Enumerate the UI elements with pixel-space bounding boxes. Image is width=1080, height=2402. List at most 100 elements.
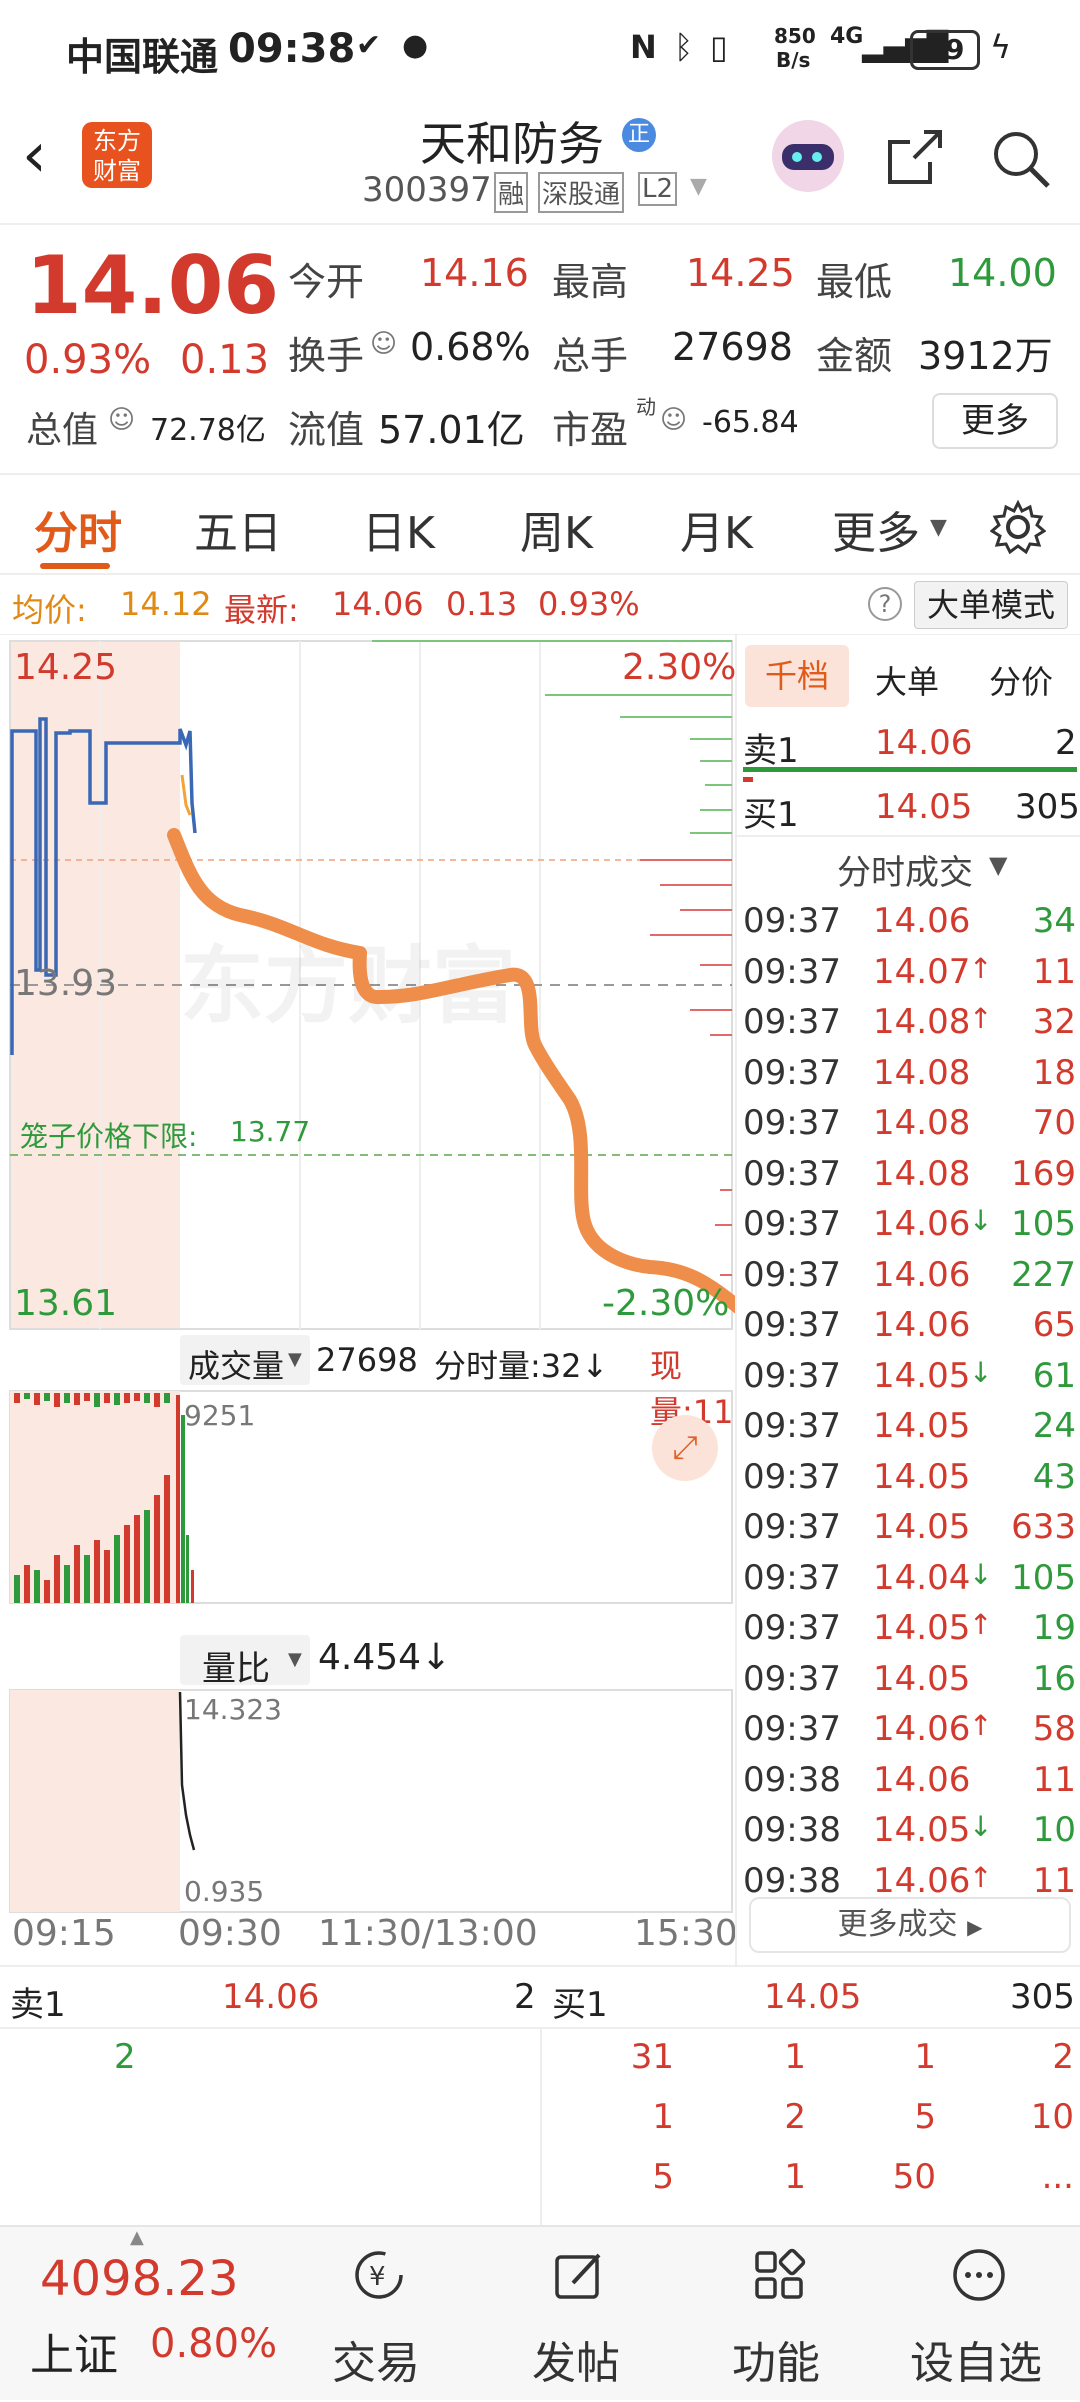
chart-bottom-pct: -2.30% [602,1283,730,1324]
logo-text-1: 东方 [93,127,141,155]
price-info-line: 均价: 14.12 最新: 14.06 0.13 0.93% ? 大单模式 [0,575,1080,635]
volume-selector[interactable]: 成交量 ▼ [180,1335,310,1385]
time-tick: 09:15 [12,1913,116,1954]
expand-icon[interactable]: ⤢ [652,1415,718,1481]
trade-row: 09:37 14.08 70 [737,1099,1080,1149]
trade-direction: ↑ [969,1002,993,1035]
sell-depth-bar [743,767,1077,772]
trade-volume: 11 [1032,951,1076,992]
trade-price: 14.05 [873,1608,971,1648]
nav-trade[interactable]: ¥ 交易 [276,2227,476,2402]
assistant-avatar[interactable] [772,120,844,192]
amount-label: 金额 [816,334,893,378]
pe-label: 市盈 [552,408,629,452]
trade-time: 09:38 [743,1759,841,1800]
trades-title[interactable]: 分时成交 [837,845,973,894]
tab-intraday[interactable]: 分时 [34,497,122,561]
buy-order-qty: 5 [652,2157,674,2197]
help-icon[interactable]: ? [868,587,902,621]
expand-up-icon[interactable]: ▲ [130,2227,144,2248]
index-name[interactable]: 上证 [30,2319,118,2383]
tab-more[interactable]: 更多 [832,497,920,561]
info-icon[interactable]: ☺ [370,329,397,359]
trade-time: 09:38 [743,1860,841,1901]
depth-buy1-label: 买1 [552,1985,608,2025]
latest-pct: 0.93% [538,585,640,623]
change-pct: 0.93% [24,337,152,383]
trade-time: 09:37 [743,1507,841,1547]
trade-volume: 32 [1032,1002,1076,1042]
status-bar: 中国联通 09:38 ✔ ● N ᛒ ▯ 850 B/s 4G ▂▄▆█ 69 … [0,0,1080,100]
gear-icon[interactable] [990,499,1046,555]
info-icon[interactable]: ☺ [660,405,687,435]
chevron-down-icon: ▼ [288,1349,302,1370]
signal-type: 4G [830,24,864,49]
ratio-selector[interactable]: 量比 ▼ [180,1635,310,1689]
stock-name: 天和防务 [420,117,604,171]
app-logo[interactable]: 东方 财富 [82,122,152,188]
nav-functions[interactable]: 功能 [676,2227,876,2402]
trade-volume: 105 [1011,1204,1076,1244]
trade-direction: ↓ [969,1810,993,1843]
buy-order-qty: 31 [630,2037,674,2077]
trade-volume: 633 [1011,1507,1076,1547]
trade-volume: 16 [1032,1658,1076,1699]
tab-big-orders[interactable]: 大单 [875,657,939,703]
volume-max: 9251 [184,1399,256,1432]
trade-row: 09:37 14.05 43 [737,1453,1080,1503]
high-value: 14.25 [686,251,795,295]
trade-price: 14.07 [873,951,971,992]
more-quote-button[interactable]: 更多 [932,393,1058,449]
trade-time: 09:37 [743,901,841,941]
chevron-down-icon: ▼ [989,851,1008,879]
tab-weekly-k[interactable]: 周K [520,497,593,561]
tab-price-distribution[interactable]: 分价 [989,657,1053,703]
tag-margin: 融 [494,172,529,213]
more-icon [953,2249,1005,2301]
trade-volume: 105 [1011,1557,1076,1598]
tab-depth[interactable]: 千档 [745,645,849,707]
trade-price: 14.04 [873,1557,971,1598]
tag-dropdown-icon[interactable]: ▼ [690,174,707,199]
nav-add-watchlist-label: 设自选 [910,2338,1042,2389]
latest-value: 14.06 [332,585,424,623]
tab-five-day[interactable]: 五日 [194,497,282,561]
trade-volume: 34 [1032,901,1076,941]
chart-top-pct: 2.30% [622,647,737,688]
verified-badge: 正 [622,118,656,152]
minute-volume: 分时量:32↓ [434,1347,609,1385]
net-speed: 850 [774,24,816,48]
grid-icon [755,2248,806,2299]
share-icon[interactable] [884,126,946,188]
mcap-label: 总值 [26,410,99,451]
nav-post[interactable]: 发帖 [476,2227,676,2402]
big-order-mode-button[interactable]: 大单模式 [914,581,1068,629]
search-icon[interactable] [990,128,1052,190]
trade-time: 09:37 [743,1709,841,1749]
trades-list[interactable]: 09:37 14.06 34 09:37 14.07 ↑ 11 09:37 14.08 ↑ 32 09… [737,897,1080,1907]
depth-sell1-price: 14.06 [222,1977,320,2017]
tab-daily-k[interactable]: 日K [362,497,435,561]
trade-time: 09:37 [743,1204,841,1244]
tab-monthly-k[interactable]: 月K [680,497,753,561]
buy-order-qty: 2 [784,2097,806,2137]
edit-icon [555,2253,601,2299]
turnover-label: 换手 [288,334,365,378]
avg-value: 14.12 [120,585,212,623]
info-icon[interactable]: ☺ [108,405,135,435]
index-pct[interactable]: 0.80% [150,2321,277,2367]
trade-row: 09:37 14.06 ↓ 105 [737,1200,1080,1250]
nav-functions-label: 功能 [732,2338,820,2389]
more-trades-button[interactable]: 更多成交 ▶ [749,1897,1071,1953]
trade-price: 14.05 [873,1406,971,1446]
index-value[interactable]: 4098.23 [40,2251,239,2307]
open-label: 今开 [288,260,365,304]
amount-value: 3912万 [918,334,1053,378]
trade-volume: 24 [1032,1406,1076,1446]
high-label: 最高 [552,260,629,304]
buy-order-qty: 10 [1030,2097,1074,2137]
chevron-down-icon: ▼ [288,1649,302,1670]
back-icon[interactable]: ‹ [22,118,47,191]
nav-add-watchlist[interactable]: 设自选 [876,2227,1076,2402]
trade-time: 09:37 [743,1052,841,1093]
